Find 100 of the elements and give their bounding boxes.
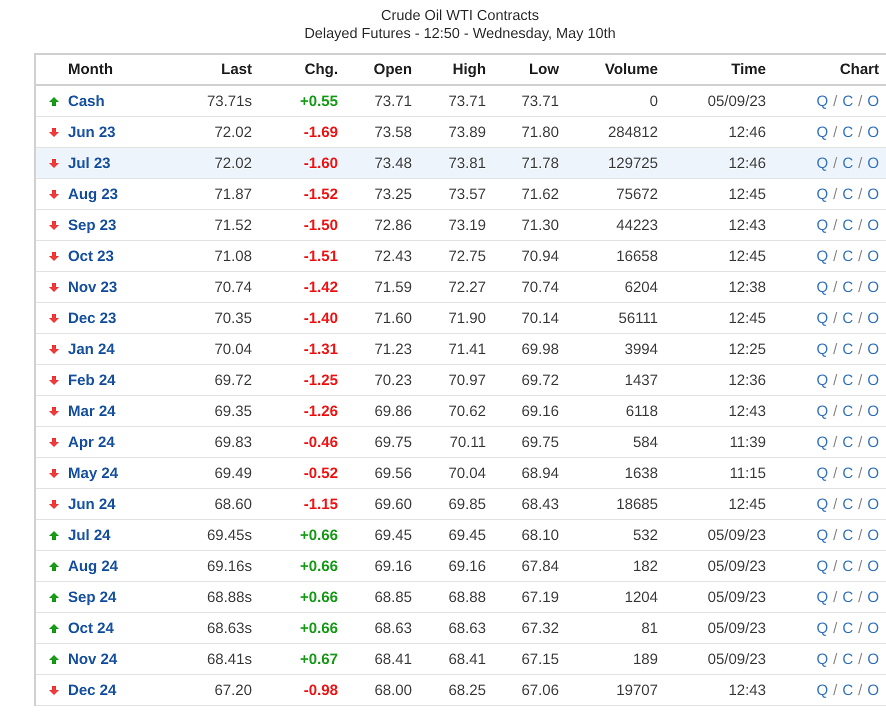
chart-link[interactable]: C: [842, 682, 854, 698]
chart-link[interactable]: C: [842, 588, 854, 606]
chart-link[interactable]: Q: [816, 402, 828, 420]
chart-link[interactable]: C: [842, 464, 854, 482]
chart-link[interactable]: Q: [816, 558, 828, 574]
chart-link[interactable]: O: [867, 620, 879, 636]
chart-link[interactable]: O: [867, 434, 879, 450]
chart-link[interactable]: Q: [816, 650, 828, 668]
chart-link[interactable]: C: [842, 340, 854, 358]
contract-link[interactable]: Aug 23: [68, 186, 118, 202]
contract-link[interactable]: Jul 24: [68, 526, 111, 544]
chart-link[interactable]: O: [867, 526, 879, 544]
chart-link[interactable]: C: [842, 154, 854, 172]
chart-link[interactable]: O: [867, 372, 879, 388]
table-cell: 69.45: [448, 526, 486, 544]
chart-link[interactable]: O: [867, 496, 879, 512]
chart-link[interactable]: Q: [816, 588, 828, 606]
link-separator: /: [833, 92, 838, 110]
table-cell: 6204: [624, 278, 658, 296]
contract-link[interactable]: Jun 24: [68, 496, 116, 512]
chart-link[interactable]: O: [867, 154, 879, 172]
contract-link[interactable]: Sep 24: [68, 588, 116, 606]
contract-link[interactable]: Aug 24: [68, 558, 118, 574]
chart-link[interactable]: O: [867, 558, 879, 574]
chart-link[interactable]: Q: [816, 92, 828, 110]
chart-link[interactable]: Q: [816, 248, 828, 264]
chart-link[interactable]: C: [842, 434, 854, 450]
contract-link[interactable]: Sep 23: [68, 216, 116, 234]
chart-link[interactable]: C: [842, 526, 854, 544]
change-value: -0.46: [304, 434, 338, 450]
column-header: Time: [731, 61, 766, 78]
contract-link[interactable]: Oct 23: [68, 248, 114, 264]
chart-link[interactable]: O: [867, 186, 879, 202]
chart-link[interactable]: Q: [816, 372, 828, 388]
table-cell: 1437: [624, 372, 658, 388]
chart-link[interactable]: Q: [816, 310, 828, 326]
chart-link[interactable]: O: [867, 464, 879, 482]
chart-link[interactable]: O: [867, 92, 879, 110]
table-cell: 12:43: [728, 216, 766, 234]
contract-link[interactable]: Jul 23: [68, 154, 111, 172]
chart-link[interactable]: Q: [816, 526, 828, 544]
chart-link[interactable]: C: [842, 216, 854, 234]
chart-link[interactable]: Q: [816, 496, 828, 512]
chart-link[interactable]: Q: [816, 620, 828, 636]
contract-link[interactable]: Nov 24: [68, 650, 118, 668]
chart-link[interactable]: Q: [816, 124, 828, 140]
contract-link[interactable]: May 24: [68, 464, 118, 482]
chart-link[interactable]: O: [867, 588, 879, 606]
chart-link[interactable]: Q: [816, 434, 828, 450]
chart-link[interactable]: Q: [816, 216, 828, 234]
chart-link[interactable]: C: [842, 402, 854, 420]
chart-link[interactable]: C: [842, 124, 854, 140]
contract-link[interactable]: Apr 24: [68, 434, 115, 450]
contract-link[interactable]: Jun 23: [68, 124, 116, 140]
link-separator: /: [858, 186, 862, 202]
chart-link[interactable]: O: [867, 402, 879, 420]
contract-link[interactable]: Nov 23: [68, 278, 118, 296]
change-value: -1.15: [304, 496, 338, 512]
chart-link[interactable]: O: [867, 310, 879, 326]
link-separator: /: [833, 682, 838, 698]
chart-link[interactable]: Q: [816, 154, 828, 172]
chart-link[interactable]: C: [842, 372, 854, 388]
table-cell: 72.02: [214, 124, 252, 140]
chart-link[interactable]: C: [842, 92, 854, 110]
table-cell: 71.08: [214, 248, 252, 264]
chart-link[interactable]: C: [842, 186, 854, 202]
contract-link[interactable]: Mar 24: [68, 402, 116, 420]
contract-link[interactable]: Jan 24: [68, 340, 115, 358]
contract-link[interactable]: Dec 24: [68, 682, 116, 698]
chart-link[interactable]: C: [842, 310, 854, 326]
contract-link[interactable]: Cash: [68, 92, 105, 110]
contract-link[interactable]: Oct 24: [68, 620, 114, 636]
table-cell: 69.60: [374, 496, 412, 512]
chart-link[interactable]: C: [842, 558, 854, 574]
chart-link[interactable]: Q: [816, 340, 828, 358]
chart-link[interactable]: C: [842, 620, 854, 636]
chart-link[interactable]: Q: [816, 464, 828, 482]
chart-link[interactable]: C: [842, 278, 854, 296]
link-separator: /: [833, 526, 838, 544]
table-cell: 11:39: [730, 434, 766, 450]
chart-link[interactable]: O: [867, 216, 879, 234]
chart-link[interactable]: Q: [816, 682, 828, 698]
chart-link[interactable]: Q: [816, 278, 828, 296]
chart-link[interactable]: C: [842, 496, 854, 512]
chart-link[interactable]: O: [867, 650, 879, 668]
link-separator: /: [858, 588, 862, 606]
contract-link[interactable]: Dec 23: [68, 310, 116, 326]
chart-link[interactable]: O: [867, 278, 879, 296]
table-cell: 1204: [624, 588, 658, 606]
link-separator: /: [833, 650, 838, 668]
chart-link[interactable]: O: [867, 124, 879, 140]
link-separator: /: [858, 526, 862, 544]
chart-link[interactable]: O: [867, 340, 879, 358]
chart-link[interactable]: O: [867, 248, 879, 264]
chart-link[interactable]: Q: [816, 186, 828, 202]
chart-link[interactable]: O: [867, 682, 879, 698]
contract-link[interactable]: Feb 24: [68, 372, 116, 388]
table-cell: 70.14: [521, 310, 559, 326]
chart-link[interactable]: C: [842, 650, 854, 668]
chart-link[interactable]: C: [842, 248, 854, 264]
